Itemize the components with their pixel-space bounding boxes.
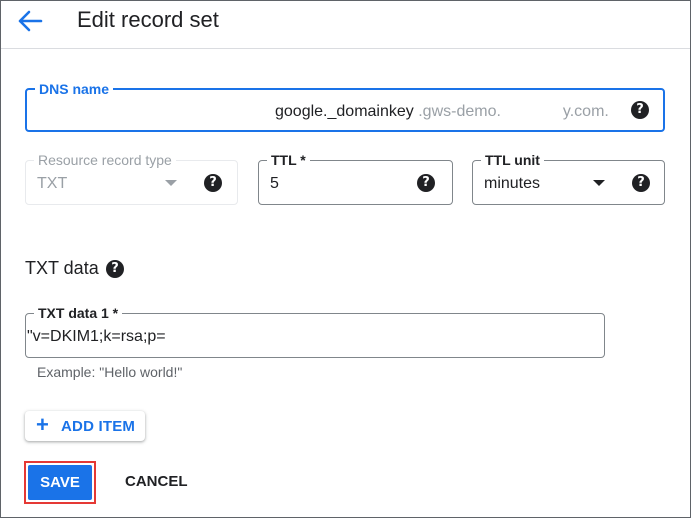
- ttl-help-icon[interactable]: ?: [417, 174, 435, 192]
- resource-record-type-help-icon[interactable]: ?: [204, 174, 222, 192]
- txt-data-1-field[interactable]: TXT data 1 * "v=DKIM1;k=rsa;p=: [25, 305, 605, 358]
- ttl-field[interactable]: TTL * 5 ?: [258, 152, 453, 205]
- dns-name-label: DNS name: [35, 81, 114, 97]
- dns-name-field[interactable]: DNS name google._domainkey .gws-demo. y.c…: [25, 81, 665, 132]
- ttl-value[interactable]: 5: [270, 175, 279, 193]
- dns-name-value[interactable]: google._domainkey .gws-demo. y.com.: [275, 102, 609, 121]
- page-title: Edit record set: [77, 7, 219, 32]
- ttl-unit-label: TTL unit: [481, 152, 544, 168]
- dns-name-help-icon[interactable]: ?: [631, 101, 649, 119]
- txt-data-help-icon[interactable]: ?: [106, 260, 124, 278]
- resource-record-type-select: Resource record type TXT ?: [25, 152, 238, 205]
- chevron-down-icon[interactable]: [593, 180, 605, 186]
- ttl-label: TTL *: [267, 152, 310, 168]
- add-item-button[interactable]: + ADD ITEM: [25, 411, 145, 441]
- page-header: Edit record set: [1, 1, 690, 49]
- ttl-unit-value[interactable]: minutes: [484, 175, 540, 193]
- back-arrow-icon[interactable]: [17, 9, 45, 33]
- chevron-down-icon: [165, 180, 177, 186]
- dns-name-suffix-end: y.com.: [562, 103, 609, 120]
- txt-data-1-label: TXT data 1 *: [34, 305, 123, 321]
- ttl-unit-select[interactable]: TTL unit minutes ?: [472, 152, 665, 205]
- cancel-button[interactable]: CANCEL: [125, 473, 188, 490]
- resource-record-type-label: Resource record type: [34, 152, 176, 168]
- save-button[interactable]: SAVE: [28, 465, 92, 500]
- txt-data-section-title: TXT data: [25, 258, 99, 278]
- dns-name-suffix-start: .gws-demo.: [418, 103, 501, 120]
- dns-name-prefix: google._domainkey: [275, 103, 414, 120]
- txt-data-hint: Example: "Hello world!": [37, 364, 183, 380]
- txt-data-1-value[interactable]: "v=DKIM1;k=rsa;p=: [27, 328, 166, 346]
- ttl-unit-help-icon[interactable]: ?: [632, 174, 650, 192]
- plus-icon: +: [36, 412, 49, 437]
- resource-record-type-value: TXT: [37, 175, 68, 192]
- add-item-label: ADD ITEM: [61, 418, 136, 435]
- redacted-area: [500, 102, 563, 116]
